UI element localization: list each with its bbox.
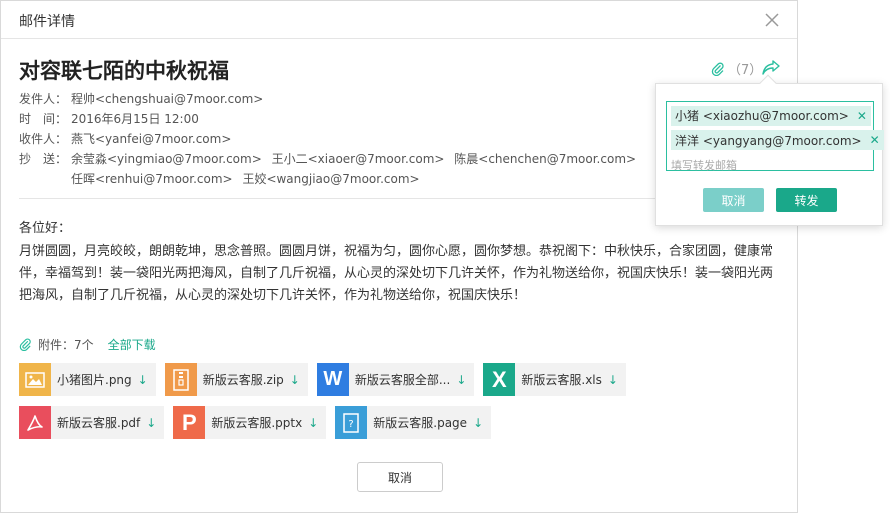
paperclip-icon — [19, 338, 31, 351]
download-icon[interactable]: ↓ — [456, 373, 466, 387]
attachment-item[interactable]: 新版云客服.zip ↓ — [164, 363, 308, 396]
svg-text:?: ? — [349, 419, 354, 430]
attachment-name: 新版云客服.zip — [202, 373, 284, 387]
mail-subject: 对容联七陌的中秋祝福 — [19, 59, 229, 83]
cc-contact: 余莹淼<yingmiao@7moor.com> — [71, 152, 262, 166]
recipient-label: 收件人： — [19, 132, 68, 146]
recipient-tag-label: 小猪 <xiaozhu@7moor.com> — [675, 109, 849, 123]
cc-label: 抄 送： — [19, 152, 68, 166]
recipient-tag: 小猪 <xiaozhu@7moor.com> ✕ — [671, 105, 871, 126]
remove-tag-icon[interactable]: ✕ — [857, 109, 867, 123]
attachment-item[interactable]: X 新版云客服.xls ↓ — [483, 363, 626, 396]
cc-row: 抄 送： 余莹淼<yingmiao@7moor.com> 王小二<xiaoer@… — [19, 149, 642, 169]
time-value: 2016年6月15日 12:00 — [71, 112, 199, 126]
pdf-icon — [19, 406, 51, 439]
attachment-name: 新版云客服全部... — [354, 373, 451, 387]
mail-detail-dialog: 邮件详情 对容联七陌的中秋祝福 （7） 发件人： 程帅<chengshuai@7… — [0, 0, 798, 513]
cc-value-line1: 余莹淼<yingmiao@7moor.com> 王小二<xiaoer@7moor… — [71, 149, 642, 169]
cc-contact: 王小二<xiaoer@7moor.com> — [271, 152, 445, 166]
attachment-name: 新版云客服.pdf — [57, 416, 141, 430]
cancel-button[interactable]: 取消 — [357, 462, 443, 492]
attachment-count-text: （7） — [728, 63, 763, 78]
forward-recipient-box[interactable]: 小猪 <xiaozhu@7moor.com> ✕ 洋洋 <yangyang@7m… — [666, 101, 884, 174]
remove-tag-icon[interactable]: ✕ — [870, 133, 880, 147]
recipient-row: 收件人： 燕飞<yanfei@7moor.com> — [19, 129, 642, 149]
forward-submit-button[interactable]: 转发 — [776, 188, 837, 212]
attachment-name: 小猪图片.png — [57, 373, 132, 387]
cc-row-2: 任晖<renhui@7moor.com> 王姣<wangjiao@7moor.c… — [19, 169, 642, 189]
attachment-name: 新版云客服.page — [373, 416, 468, 430]
download-icon[interactable]: ↓ — [473, 416, 483, 430]
download-icon[interactable]: ↓ — [308, 416, 318, 430]
attachments-label: 附件：7个 — [38, 338, 94, 352]
attachment-name: 新版云客服.xls — [521, 373, 602, 387]
attachments-header: 附件：7个 全部下载 — [19, 336, 156, 353]
forward-icon[interactable] — [761, 58, 781, 76]
attachment-list: 小猪图片.png ↓ 新版云客服.zip ↓ W 新版云客服全部... ↓ X … — [19, 363, 779, 439]
attachment-item[interactable]: P 新版云客服.pptx ↓ — [173, 406, 327, 439]
attachment-item[interactable]: 新版云客服.pdf ↓ — [19, 406, 165, 439]
cc-contact: 任晖<renhui@7moor.com> — [71, 172, 233, 186]
time-row: 时 间： 2016年6月15日 12:00 — [19, 109, 642, 129]
cc-contact: 王姣<wangjiao@7moor.com> — [242, 172, 420, 186]
download-all-link[interactable]: 全部下载 — [108, 336, 156, 353]
recipient-value: 燕飞<yanfei@7moor.com> — [71, 132, 232, 146]
attachment-item[interactable]: 小猪图片.png ↓ — [19, 363, 156, 396]
attachment-name: 新版云客服.pptx — [211, 416, 303, 430]
attachment-item[interactable]: ? 新版云客服.page ↓ — [335, 406, 492, 439]
zip-icon — [164, 363, 197, 396]
download-icon[interactable]: ↓ — [608, 373, 618, 387]
download-icon[interactable]: ↓ — [138, 373, 148, 387]
ppt-icon: P — [173, 406, 206, 439]
attachment-count[interactable]: （7） — [711, 59, 762, 78]
forward-cancel-button[interactable]: 取消 — [703, 188, 764, 212]
image-icon — [19, 363, 51, 396]
download-icon[interactable]: ↓ — [290, 373, 300, 387]
close-icon[interactable] — [763, 11, 781, 29]
recipient-tag: 洋洋 <yangyang@7moor.com> ✕ — [671, 130, 884, 150]
word-icon: W — [316, 363, 349, 396]
pages-icon: ? — [335, 406, 368, 439]
mail-meta: 发件人： 程帅<chengshuai@7moor.com> 时 间： 2016年… — [19, 89, 642, 189]
forward-email-input[interactable] — [671, 157, 861, 174]
cc-value-line2: 任晖<renhui@7moor.com> 王姣<wangjiao@7moor.c… — [71, 169, 426, 189]
paperclip-icon — [711, 62, 724, 76]
mail-body: 月饼圆圆，月亮皎皎，朗朗乾坤，思念普照。圆圆月饼，祝福为匀，圆你心愿，圆你梦想。… — [19, 244, 774, 303]
dialog-title: 邮件详情 — [19, 14, 75, 30]
sender-row: 发件人： 程帅<chengshuai@7moor.com> — [19, 89, 642, 109]
sender-value: 程帅<chengshuai@7moor.com> — [71, 92, 264, 106]
attachment-item[interactable]: W 新版云客服全部... ↓ — [316, 363, 475, 396]
download-icon[interactable]: ↓ — [146, 416, 156, 430]
cc-contact: 陈晨<chenchen@7moor.com> — [454, 152, 637, 166]
dialog-header: 邮件详情 — [1, 1, 797, 39]
recipient-tag-label: 洋洋 <yangyang@7moor.com> — [675, 133, 862, 148]
excel-icon: X — [483, 363, 516, 396]
sender-label: 发件人： — [19, 92, 68, 106]
forward-popup: 小猪 <xiaozhu@7moor.com> ✕ 洋洋 <yangyang@7m… — [655, 74, 884, 226]
time-label: 时 间： — [19, 112, 68, 126]
mail-greeting: 各位好： — [19, 221, 72, 236]
